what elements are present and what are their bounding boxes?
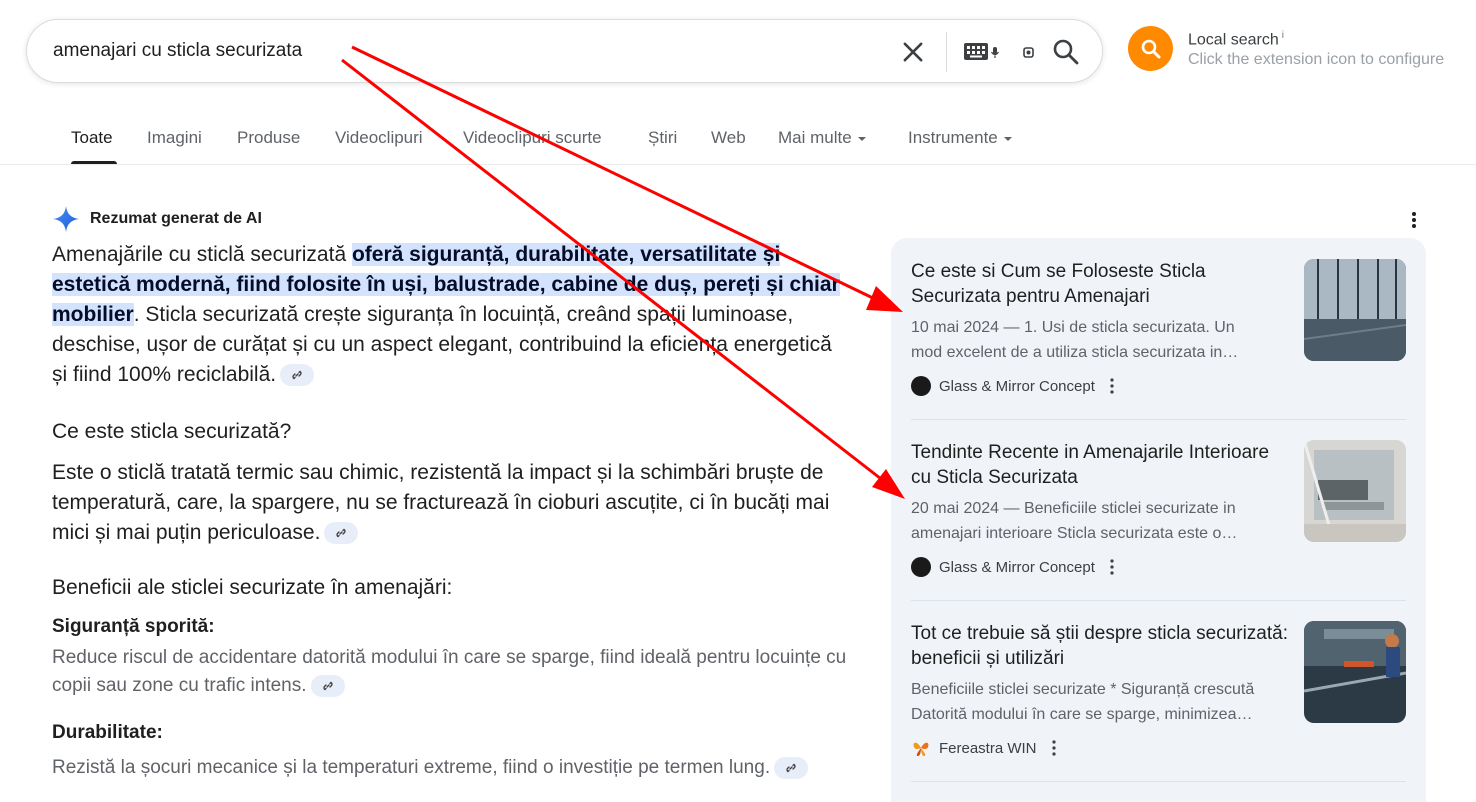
snippet-line: 10 mai 2024 — 1. Usi de sticla securizat… xyxy=(911,319,1235,336)
tab-imagini[interactable]: Imagini xyxy=(147,128,202,148)
link-icon xyxy=(322,681,333,691)
section-heading-benefits: Beneficii ale sticlei securizate în amen… xyxy=(52,576,453,599)
snippet-line: 20 mai 2024 — Beneficiile sticlei securi… xyxy=(911,500,1236,517)
intro-text-rest: . Sticla securizată crește siguranța în … xyxy=(52,303,832,386)
butterfly-favicon xyxy=(913,742,929,756)
search-icon[interactable] xyxy=(1051,37,1081,67)
source-link-chip[interactable] xyxy=(774,756,809,779)
link-icon xyxy=(292,371,302,380)
source-title-link[interactable]: Ce este si Cum se Foloseste Sticla Secur… xyxy=(911,259,1291,309)
more-options-icon[interactable] xyxy=(1051,739,1057,757)
section-heading-what: Ce este sticla securizată? xyxy=(52,420,292,443)
site-name: Glass & Mirror Concept xyxy=(939,377,1095,395)
chevron-down-icon xyxy=(857,136,866,141)
source-link-chip[interactable] xyxy=(280,364,315,387)
clear-icon[interactable] xyxy=(899,38,927,66)
search-box[interactable]: amenajari cu sticla securizata xyxy=(26,19,1103,83)
tab-mai-multe-label: Mai multe xyxy=(778,128,852,147)
search-input[interactable]: amenajari cu sticla securizata xyxy=(53,40,302,62)
card-divider xyxy=(911,600,1406,601)
card-divider xyxy=(911,781,1406,782)
tab-instrumente-label: Instrumente xyxy=(908,128,998,147)
extension-title-text: Local search xyxy=(1188,31,1279,49)
site-favicon xyxy=(911,376,931,396)
source-site[interactable]: Glass & Mirror Concept xyxy=(911,557,1115,577)
site-favicon xyxy=(911,557,931,577)
benefit-text-content: Rezistă la șocuri mecanice și la tempera… xyxy=(52,757,771,778)
what-paragraph: Este o sticlă tratată termic sau chimic,… xyxy=(52,458,852,548)
chevron-down-icon xyxy=(1003,136,1012,141)
info-icon[interactable]: i xyxy=(1282,30,1284,41)
benefit-text: Reduce riscul de accidentare datorită mo… xyxy=(52,644,852,700)
ai-overview-body: Amenajările cu sticlă securizată oferă s… xyxy=(52,240,852,782)
ai-overview-title: Rezumat generat de AI xyxy=(90,210,262,227)
site-name: Fereastra WIN xyxy=(939,739,1037,757)
benefit-text-content: Reduce riscul de accidentare datorită mo… xyxy=(52,647,847,696)
source-snippet: 10 mai 2024 — 1. Usi de sticla securizat… xyxy=(911,315,1291,365)
source-site[interactable]: Fereastra WIN xyxy=(911,738,1057,758)
extension-title: Local search i xyxy=(1188,30,1284,49)
source-thumbnail[interactable] xyxy=(1304,259,1406,361)
card-divider xyxy=(911,419,1406,420)
snippet-line: mod excelent de a utiliza sticla securiz… xyxy=(911,344,1239,361)
benefit-title: Siguranță sporită: xyxy=(52,616,215,637)
ai-sparkle-icon xyxy=(53,206,79,232)
tab-instrumente[interactable]: Instrumente xyxy=(908,128,1012,148)
keyboard-icon[interactable] xyxy=(963,40,1001,64)
benefit-text: Rezistă la șocuri mecanice și la tempera… xyxy=(52,754,852,782)
intro-text: Amenajările cu sticlă securizată xyxy=(52,243,352,266)
source-link-chip[interactable] xyxy=(324,522,359,545)
snippet-line: Beneficiile sticlei securizate * Siguran… xyxy=(911,681,1255,698)
source-site[interactable]: Glass & Mirror Concept xyxy=(911,376,1115,396)
tab-videoclipuri[interactable]: Videoclipuri xyxy=(335,128,423,148)
extension-subtitle: Click the extension icon to configure xyxy=(1188,51,1445,68)
sources-panel: Ce este si Cum se Foloseste Sticla Secur… xyxy=(891,238,1426,802)
site-name: Glass & Mirror Concept xyxy=(939,558,1095,576)
source-title-link[interactable]: Tot ce trebuie să știi despre sticla sec… xyxy=(911,621,1291,671)
ai-overview-header: Rezumat generat de AI xyxy=(52,205,262,233)
snippet-line: amenajari interioare Sticla securizata e… xyxy=(911,525,1238,542)
tab-stiri[interactable]: Știri xyxy=(648,128,677,148)
source-title-link[interactable]: Tendinte Recente in Amenajarile Interioa… xyxy=(911,440,1291,490)
link-icon xyxy=(336,529,347,538)
source-thumbnail[interactable] xyxy=(1304,621,1406,723)
link-icon xyxy=(786,763,796,773)
search-divider xyxy=(946,32,947,72)
camera-lens-icon[interactable] xyxy=(1019,42,1037,62)
search-icon xyxy=(1141,39,1160,58)
tab-mai-multe[interactable]: Mai multe xyxy=(778,128,866,148)
extension-button[interactable] xyxy=(1128,26,1173,71)
tab-web[interactable]: Web xyxy=(711,128,746,148)
more-options-icon[interactable] xyxy=(1109,558,1115,576)
more-options-icon[interactable] xyxy=(1109,377,1115,395)
search-tabs: Toate Imagini Produse Videoclipuri Video… xyxy=(0,116,1476,165)
tab-videoclipuri-scurte[interactable]: Videoclipuri scurte xyxy=(463,128,602,148)
active-tab-indicator xyxy=(71,161,117,164)
more-options-icon[interactable] xyxy=(1405,209,1423,231)
source-link-chip[interactable] xyxy=(310,674,345,697)
ai-intro-paragraph: Amenajările cu sticlă securizată oferă s… xyxy=(52,240,852,390)
tab-toate[interactable]: Toate xyxy=(71,128,113,148)
source-snippet: Beneficiile sticlei securizate * Siguran… xyxy=(911,677,1291,727)
what-text: Este o sticlă tratată termic sau chimic,… xyxy=(52,461,830,544)
source-snippet: 20 mai 2024 — Beneficiile sticlei securi… xyxy=(911,496,1291,546)
benefit-title: Durabilitate: xyxy=(52,722,163,743)
snippet-line: Datorită modului în care se sparge, mini… xyxy=(911,706,1253,723)
source-thumbnail[interactable] xyxy=(1304,440,1406,542)
tab-produse[interactable]: Produse xyxy=(237,128,300,148)
